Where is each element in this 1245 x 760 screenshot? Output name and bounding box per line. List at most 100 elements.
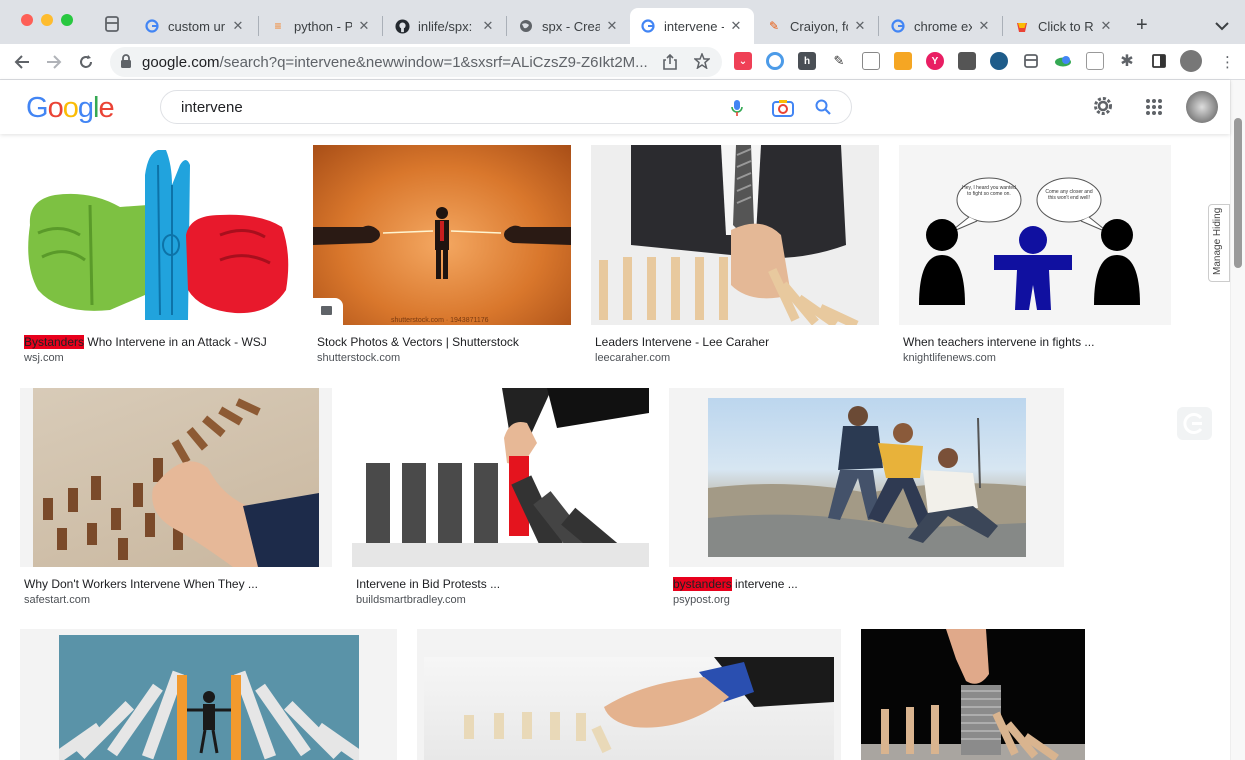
highlighted-term: bystanders <box>673 577 732 591</box>
lock-icon[interactable] <box>120 54 132 68</box>
close-tab-icon[interactable]: ✕ <box>480 18 496 34</box>
result-image-bid-protests[interactable] <box>352 388 649 567</box>
close-tab-icon[interactable]: ✕ <box>604 18 620 34</box>
grammarly-widget[interactable] <box>1177 407 1212 440</box>
tab-title: Craiyon, fo <box>790 18 848 34</box>
result-image-psypost[interactable] <box>669 388 1064 567</box>
close-tab-icon[interactable]: ✕ <box>230 18 246 34</box>
google-icon <box>640 18 656 34</box>
dots-extension-icon[interactable] <box>958 52 976 70</box>
manage-hiding-tab[interactable]: Manage Hiding <box>1208 204 1230 282</box>
result-image-dominoes-vector[interactable] <box>20 629 397 760</box>
tab-title: intervene - <box>664 18 724 34</box>
tab-python[interactable]: ≡ python - P ✕ <box>260 8 382 44</box>
result-image-hand-dominoes[interactable] <box>417 629 841 760</box>
highlighted-term: Bystanders <box>24 335 85 349</box>
google-logo[interactable]: Google <box>26 92 115 125</box>
tab-custom-url[interactable]: custom url ✕ <box>134 8 256 44</box>
tab-craiyon[interactable]: ✎ Craiyon, fo ✕ <box>756 8 878 44</box>
result-title[interactable]: Why Don't Workers Intervene When They ..… <box>24 577 258 591</box>
speech-bubble-text: Hey, I heard you wanted to fight so come… <box>962 185 1016 197</box>
bookmark-star-icon[interactable] <box>693 51 711 74</box>
result-image-shutterstock[interactable]: shutterstock.com · 1943871176 <box>313 145 571 325</box>
result-title-text: Who Intervene in an Attack - WSJ <box>84 335 267 349</box>
tab-strip: custom url ✕ ≡ python - P ✕ inlife/spx: … <box>0 0 1245 44</box>
result-image-coins-dominoes[interactable] <box>861 629 1085 760</box>
doc-extension-icon[interactable] <box>1086 52 1104 70</box>
result-domain[interactable]: shutterstock.com <box>317 352 400 364</box>
copy-extension-icon[interactable] <box>862 52 880 70</box>
result-image-bystanders[interactable] <box>20 145 293 325</box>
pen-extension-icon[interactable]: ✎ <box>830 52 848 70</box>
tab-chrome-ex[interactable]: chrome ex ✕ <box>880 8 1002 44</box>
tab-list-chevron-icon[interactable] <box>1215 18 1229 36</box>
close-tab-icon[interactable]: ✕ <box>728 18 744 34</box>
result-domain[interactable]: leecaraher.com <box>595 352 670 364</box>
tab-search-icon[interactable] <box>104 16 122 32</box>
chrome-menu-icon[interactable]: ⋮ <box>1220 53 1235 71</box>
result-title[interactable]: Intervene in Bid Protests ... <box>356 577 500 591</box>
close-tab-icon[interactable]: ✕ <box>356 18 372 34</box>
search-icon[interactable] <box>815 99 831 120</box>
forward-icon[interactable] <box>42 50 66 74</box>
new-tab-icon[interactable]: + <box>1136 14 1148 37</box>
blue-extension-icon[interactable] <box>990 52 1008 70</box>
result-domain[interactable]: safestart.com <box>24 594 90 606</box>
settings-gear-icon[interactable] <box>1092 95 1114 122</box>
result-domain[interactable]: knightlifenews.com <box>903 352 996 364</box>
profile-avatar-icon[interactable] <box>1180 50 1202 72</box>
result-domain[interactable]: buildsmartbradley.com <box>356 594 466 606</box>
result-image-safestart[interactable] <box>20 388 332 567</box>
h-extension-icon[interactable]: h <box>798 52 816 70</box>
result-title[interactable]: Bystanders Who Intervene in an Attack - … <box>24 335 267 349</box>
close-tab-icon[interactable]: ✕ <box>852 18 868 34</box>
account-avatar[interactable] <box>1186 91 1218 123</box>
result-image-teachers[interactable]: Hey, I heard you wanted to fight so come… <box>899 145 1171 325</box>
tab-intervene[interactable]: intervene - ✕ <box>630 8 754 44</box>
result-domain[interactable]: psypost.org <box>673 594 730 606</box>
github-icon <box>394 18 410 34</box>
reload-icon[interactable] <box>74 50 98 74</box>
result-title-text: intervene ... <box>731 577 798 591</box>
tab-title: chrome ex <box>914 18 972 34</box>
result-title[interactable]: When teachers intervene in fights ... <box>903 335 1094 349</box>
cloud-extension-icon[interactable] <box>1054 52 1072 70</box>
manage-hiding-label: Manage Hiding <box>1212 207 1223 275</box>
sidepanel-icon[interactable] <box>1150 52 1168 70</box>
address-bar[interactable]: google.com/search?q=intervene&newwindow=… <box>110 47 722 77</box>
result-title[interactable]: Stock Photos & Vectors | Shutterstock <box>317 335 519 349</box>
stack-extension-icon[interactable] <box>894 52 912 70</box>
share-icon[interactable] <box>663 53 677 75</box>
tab-spx-create[interactable]: spx - Crea ✕ <box>508 8 630 44</box>
tab-github-spx[interactable]: inlife/spx: I ✕ <box>384 8 506 44</box>
image-badge-icon <box>313 298 343 325</box>
result-title[interactable]: Leaders Intervene - Lee Caraher <box>595 335 769 349</box>
minimize-window-button[interactable] <box>41 14 53 26</box>
close-tab-icon[interactable]: ✕ <box>1098 18 1114 34</box>
scrollbar-thumb[interactable] <box>1234 118 1242 268</box>
google-icon <box>890 18 906 34</box>
tab-title: inlife/spx: I <box>418 18 476 34</box>
tab-title: python - P <box>294 18 352 34</box>
result-title[interactable]: bystanders intervene ... <box>673 577 798 591</box>
puzzle-extensions-icon[interactable]: ✱ <box>1118 52 1136 70</box>
reader-extension-icon[interactable] <box>1022 52 1040 70</box>
watermark: shutterstock.com · 1943871176 <box>391 317 489 324</box>
pink-extension-icon[interactable]: Y <box>926 52 944 70</box>
result-domain[interactable]: wsj.com <box>24 352 64 364</box>
circle-extension-icon[interactable] <box>766 52 784 70</box>
tab-click-to-re[interactable]: Click to Re ✕ <box>1004 8 1124 44</box>
back-icon[interactable] <box>10 50 34 74</box>
camera-lens-icon[interactable] <box>772 99 794 122</box>
close-tab-icon[interactable]: ✕ <box>976 18 992 34</box>
maximize-window-button[interactable] <box>61 14 73 26</box>
apps-grid-icon[interactable] <box>1145 98 1163 121</box>
result-image-leaders[interactable] <box>591 145 879 325</box>
globe-icon <box>518 18 534 34</box>
search-input[interactable]: intervene <box>181 99 243 116</box>
close-window-button[interactable] <box>21 14 33 26</box>
url-path: /search?q=intervene&newwindow=1&sxsrf=AL… <box>219 54 648 71</box>
microphone-icon[interactable] <box>731 99 743 122</box>
pocket-extension-icon[interactable]: ⌄ <box>734 52 752 70</box>
search-box[interactable]: intervene <box>160 90 852 124</box>
